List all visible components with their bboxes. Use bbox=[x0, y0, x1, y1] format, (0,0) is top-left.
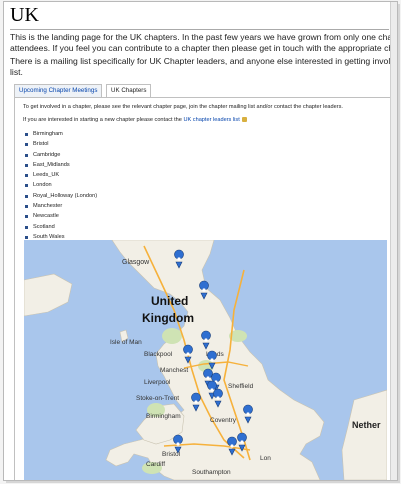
chapter-item-manchester[interactable]: Manchester bbox=[23, 201, 97, 211]
bullet-icon bbox=[25, 174, 28, 178]
map-label-cardiff: Cardiff bbox=[146, 461, 165, 468]
uk-chapters-panel: To get involved in a chapter, please see… bbox=[14, 97, 397, 480]
map-label-sheffield: Sheffield bbox=[228, 383, 254, 390]
chapter-item-east-midlands[interactable]: East_Midlands bbox=[23, 160, 97, 170]
bullet-icon bbox=[25, 153, 28, 157]
chapter-item-newcastle[interactable]: Newcastle bbox=[23, 211, 97, 221]
vertical-scrollbar[interactable] bbox=[390, 2, 397, 480]
map-label-united: United bbox=[151, 294, 188, 308]
intro-line-2: attendees. If you feel you can contribut… bbox=[10, 43, 397, 53]
chapter-item-bristol[interactable]: Bristol bbox=[23, 139, 97, 149]
chapter-leaders-link[interactable]: UK chapter leaders list bbox=[183, 117, 239, 123]
bullet-icon bbox=[25, 215, 28, 219]
bullet-icon bbox=[25, 225, 28, 229]
mailing-list-paragraph: There is a mailing list specifically for… bbox=[10, 56, 398, 78]
intro-paragraph: This is the landing page for the UK chap… bbox=[10, 32, 397, 54]
bullet-icon bbox=[25, 184, 28, 188]
page-title: UK bbox=[10, 4, 39, 26]
map-land-ireland bbox=[24, 273, 73, 317]
map-land-gb bbox=[105, 240, 325, 480]
map-label-nether: Nether bbox=[352, 420, 381, 430]
map-label-liverpool: Liverpool bbox=[144, 379, 171, 386]
chapter-item-leeds[interactable]: Leeds_UK bbox=[23, 170, 97, 180]
chapter-list: Birmingham Bristol Cambridge East_Midlan… bbox=[23, 129, 97, 242]
chapter-item-royal-holloway[interactable]: Royal_Holloway (London) bbox=[23, 191, 97, 201]
map-land-netherlands bbox=[341, 389, 387, 480]
map-label-glasgow: Glasgow bbox=[122, 259, 150, 266]
chapter-item-cambridge[interactable]: Cambridge bbox=[23, 150, 97, 160]
map-label-coventry: Coventry bbox=[210, 417, 237, 424]
map-label-london: Lon bbox=[260, 455, 271, 462]
map-label-isle-of-man: Isle of Man bbox=[110, 339, 142, 346]
panel-intro: To get involved in a chapter, please see… bbox=[23, 104, 343, 110]
chapter-item-london[interactable]: London bbox=[23, 180, 97, 190]
chapter-map[interactable]: Glasgow United Kingdom Isle of Man Black… bbox=[24, 240, 387, 480]
bullet-icon bbox=[25, 163, 28, 167]
map-label-blackpool: Blackpool bbox=[144, 351, 173, 358]
title-divider bbox=[10, 29, 389, 30]
new-chapter-label: If you are interested in starting a new … bbox=[23, 117, 182, 123]
lock-icon bbox=[241, 117, 247, 123]
browser-content: UK This is the landing page for the UK c… bbox=[3, 1, 398, 481]
mailing-line-1: There is a mailing list specifically for… bbox=[10, 56, 398, 66]
map-label-kingdom: Kingdom bbox=[142, 311, 194, 325]
new-chapter-text: If you are interested in starting a new … bbox=[23, 117, 247, 123]
map-label-southampton: Southampton bbox=[192, 469, 231, 476]
intro-line-1: This is the landing page for the UK chap… bbox=[10, 32, 397, 42]
tab-uk-chapters[interactable]: UK Chapters bbox=[106, 84, 152, 98]
chapter-item-scotland[interactable]: Scotland bbox=[23, 222, 97, 232]
mailing-line-2: list. bbox=[10, 67, 23, 77]
chapter-item-birmingham[interactable]: Birmingham bbox=[23, 129, 97, 139]
map-label-birmingham: Birmingham bbox=[146, 413, 181, 420]
bullet-icon bbox=[25, 133, 28, 136]
map-label-manchester: Manchest bbox=[160, 367, 188, 374]
bullet-icon bbox=[25, 235, 28, 239]
bullet-icon bbox=[25, 194, 28, 198]
bullet-icon bbox=[25, 205, 28, 209]
map-park-lake-district bbox=[162, 328, 182, 344]
map-label-stoke: Stoke-on-Trent bbox=[136, 395, 179, 402]
bullet-icon bbox=[25, 143, 28, 147]
tab-upcoming-meetings[interactable]: Upcoming Chapter Meetings bbox=[14, 84, 103, 97]
map-canvas: Glasgow United Kingdom Isle of Man Black… bbox=[24, 240, 387, 480]
